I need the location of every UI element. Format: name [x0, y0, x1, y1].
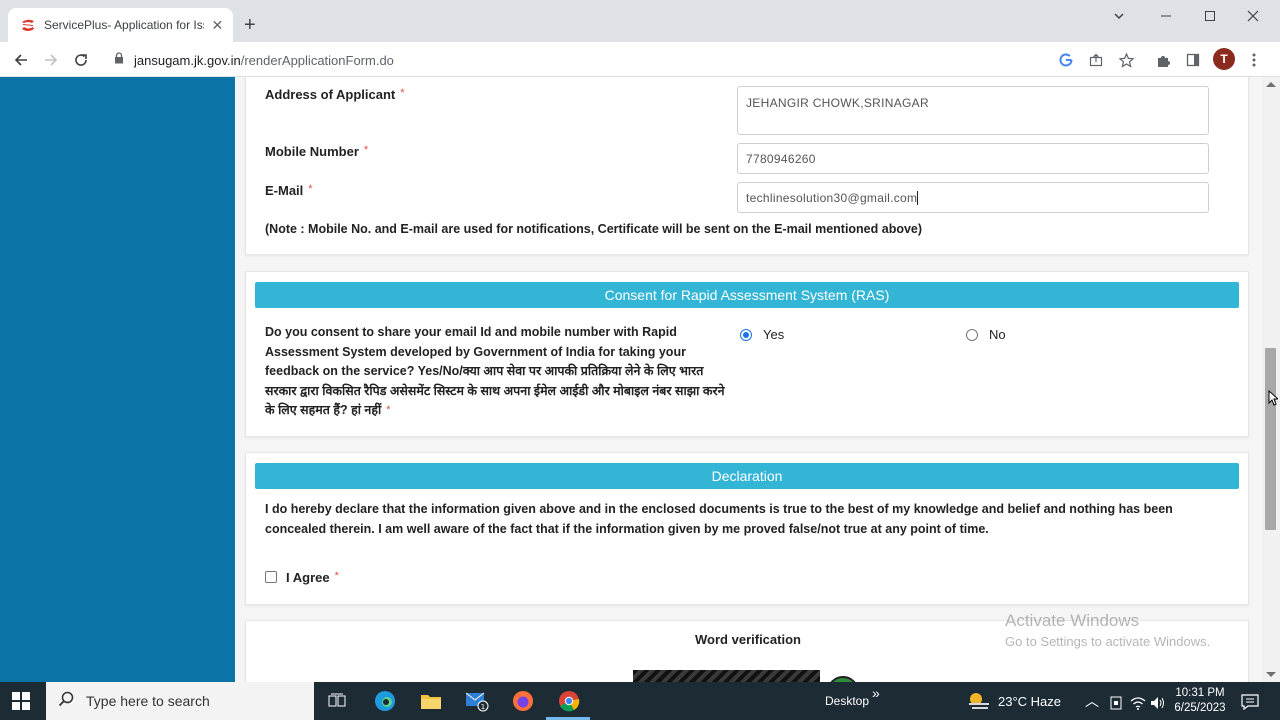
firefox-icon[interactable] — [510, 688, 536, 714]
tab-title: ServicePlus- Application for Issuance — [44, 18, 204, 32]
weather-text[interactable]: 23°C Haze — [998, 694, 1061, 709]
windows-taskbar: Type here to search 1 Desktop » 23°C Haz… — [0, 682, 1280, 720]
text-caret — [917, 190, 919, 205]
browser-toolbar: jansugam.jk.gov.in/renderApplicationForm… — [0, 42, 1280, 77]
profile-avatar[interactable]: T — [1213, 48, 1235, 70]
email-field[interactable]: techlinesolution30@gmail.com — [737, 182, 1209, 213]
serviceplus-favicon-icon — [20, 17, 36, 33]
bookmark-star-icon[interactable] — [1116, 50, 1136, 70]
ras-consent-card: Consent for Rapid Assessment System (RAS… — [245, 271, 1249, 437]
activate-windows-title: Activate Windows — [1005, 611, 1140, 630]
new-tab-icon[interactable]: + — [244, 14, 256, 36]
mobile-label: Mobile Number * — [265, 144, 369, 159]
url-text: jansugam.jk.gov.in/renderApplicationForm… — [134, 53, 394, 68]
left-sidebar — [0, 77, 235, 682]
weather-haze-icon[interactable] — [966, 688, 992, 714]
ras-yes-option[interactable]: Yes — [740, 327, 784, 342]
captcha-image — [633, 670, 820, 682]
mobile-field[interactable]: 7780946260 — [737, 143, 1209, 174]
address-field[interactable]: JEHANGIR CHOWK,SRINAGAR — [737, 86, 1209, 135]
required-mark: * — [400, 87, 405, 99]
required-mark: * — [334, 570, 339, 582]
clock-date: 6/25/2023 — [1174, 702, 1226, 714]
declaration-card: Declaration I do hereby declare that the… — [245, 452, 1249, 605]
activate-windows-subtitle: Go to Settings to activate Windows. — [1005, 634, 1211, 649]
volume-icon[interactable] — [1145, 690, 1171, 716]
tab-strip: ServicePlus- Application for Issuance ✕ … — [0, 0, 1280, 42]
notification-center-icon[interactable] — [1237, 689, 1263, 715]
page-scrollbar[interactable] — [1262, 77, 1280, 682]
email-value: techlinesolution30@gmail.com — [746, 190, 918, 205]
url-path: /renderApplicationForm.do — [240, 52, 394, 68]
share-icon[interactable] — [1086, 50, 1106, 70]
scrollbar-thumb[interactable] — [1265, 348, 1276, 530]
ras-no-label: No — [989, 327, 1006, 342]
ras-header: Consent for Rapid Assessment System (RAS… — [255, 282, 1239, 308]
ras-yes-label: Yes — [763, 327, 785, 342]
mail-icon[interactable]: 1 — [464, 688, 490, 714]
address-value: JEHANGIR CHOWK,SRINAGAR — [746, 96, 929, 110]
minimize-icon[interactable] — [1144, 6, 1188, 26]
google-icon[interactable] — [1056, 50, 1076, 70]
required-mark: * — [308, 183, 313, 195]
desktop-toolbar-label[interactable]: Desktop — [825, 694, 869, 708]
close-window-icon[interactable] — [1231, 6, 1275, 26]
form-content: Address of Applicant * JEHANGIR CHOWK,SRI… — [235, 77, 1262, 682]
maximize-icon[interactable] — [1188, 6, 1232, 26]
search-placeholder: Type here to search — [86, 693, 210, 709]
address-label: Address of Applicant * — [265, 87, 405, 102]
clock-time: 10:31 PM — [1175, 687, 1225, 699]
mobile-value: 7780946260 — [746, 151, 816, 166]
menu-kebab-icon[interactable] — [1244, 50, 1264, 70]
ras-no-option[interactable]: No — [966, 327, 1006, 342]
declaration-header: Declaration — [255, 463, 1239, 489]
agree-checkbox[interactable] — [265, 571, 277, 583]
mail-badge: 1 — [481, 703, 485, 711]
taskbar-search-box[interactable]: Type here to search — [46, 682, 314, 720]
edge-browser-icon[interactable] — [372, 688, 398, 714]
contact-details-card: Address of Applicant * JEHANGIR CHOWK,SRI… — [245, 77, 1249, 255]
browser-tab[interactable]: ServicePlus- Application for Issuance ✕ — [8, 8, 233, 42]
toolbar-expand-icon[interactable]: » — [872, 685, 880, 701]
extensions-puzzle-icon[interactable] — [1153, 50, 1173, 70]
search-icon — [58, 691, 74, 712]
taskbar-clock[interactable]: 10:31 PM 6/25/2023 — [1170, 686, 1230, 716]
file-explorer-icon[interactable] — [418, 688, 444, 714]
required-mark: * — [363, 144, 369, 156]
scroll-up-arrow-icon[interactable] — [1266, 82, 1276, 87]
reload-icon[interactable] — [70, 49, 92, 71]
close-tab-icon[interactable]: ✕ — [210, 17, 225, 34]
declaration-text: I do hereby declare that the information… — [265, 502, 1173, 536]
mouse-cursor-icon — [1268, 389, 1280, 411]
forward-arrow-icon[interactable] — [40, 49, 62, 71]
scroll-down-arrow-icon[interactable] — [1266, 672, 1276, 677]
contact-note: (Note : Mobile No. and E-mail are used f… — [265, 222, 923, 236]
lock-icon[interactable] — [114, 51, 124, 69]
chrome-icon[interactable] — [556, 688, 582, 714]
agree-label[interactable]: I Agree * — [286, 570, 339, 585]
windows-start-icon[interactable] — [12, 692, 30, 715]
web-page: Address of Applicant * JEHANGIR CHOWK,SRI… — [0, 77, 1262, 682]
required-mark: * — [386, 404, 391, 416]
address-bar[interactable]: jansugam.jk.gov.in/renderApplicationForm… — [104, 46, 1144, 74]
tab-search-chevron-icon[interactable] — [1113, 9, 1125, 27]
back-arrow-icon[interactable] — [10, 49, 32, 71]
ras-no-radio[interactable] — [966, 328, 978, 341]
url-host: jansugam.jk.gov.in — [134, 52, 241, 68]
email-label: E-Mail * — [265, 183, 313, 198]
tray-expand-chevron-icon[interactable]: ︿ — [1085, 691, 1099, 711]
ras-yes-radio[interactable] — [740, 328, 752, 341]
side-panel-icon[interactable] — [1183, 50, 1203, 70]
task-view-icon[interactable] — [324, 688, 350, 714]
ras-question: Do you consent to share your email Id an… — [265, 325, 725, 417]
